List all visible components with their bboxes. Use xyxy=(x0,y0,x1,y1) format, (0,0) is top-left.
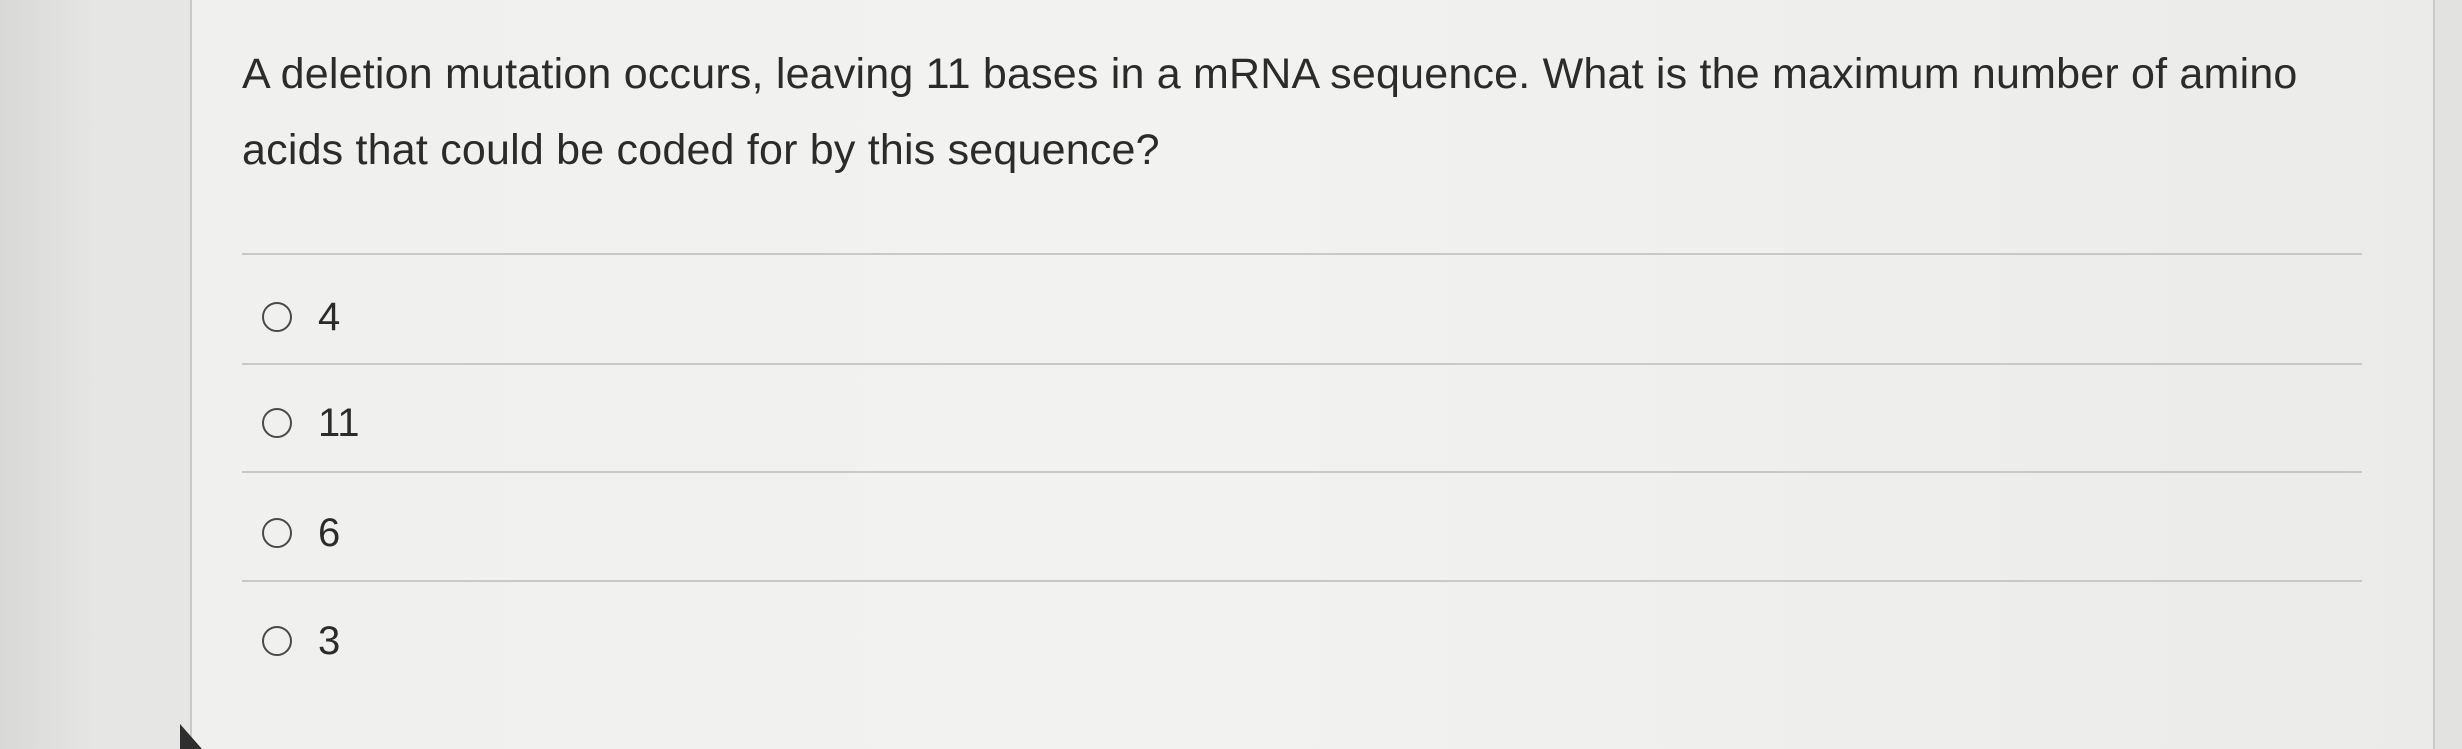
option-label: 3 xyxy=(318,618,341,663)
cursor-icon xyxy=(180,724,202,749)
answer-option-4[interactable]: 3 xyxy=(262,611,340,671)
radio-unchecked-icon[interactable] xyxy=(262,518,292,548)
divider xyxy=(242,253,2362,255)
answer-option-3[interactable]: 6 xyxy=(262,503,340,563)
divider xyxy=(242,580,2362,582)
radio-unchecked-icon[interactable] xyxy=(262,302,292,332)
radio-unchecked-icon[interactable] xyxy=(262,408,292,438)
option-label: 4 xyxy=(318,294,341,339)
option-label: 6 xyxy=(318,510,341,555)
divider xyxy=(242,471,2362,473)
question-text: A deletion mutation occurs, leaving 11 b… xyxy=(242,50,2298,174)
divider xyxy=(242,363,2362,365)
answer-option-2[interactable]: 11 xyxy=(262,393,360,453)
option-label: 11 xyxy=(318,400,360,445)
radio-unchecked-icon[interactable] xyxy=(262,626,292,656)
answer-option-1[interactable]: 4 xyxy=(262,287,340,347)
question-card: A deletion mutation occurs, leaving 11 b… xyxy=(190,0,2435,749)
